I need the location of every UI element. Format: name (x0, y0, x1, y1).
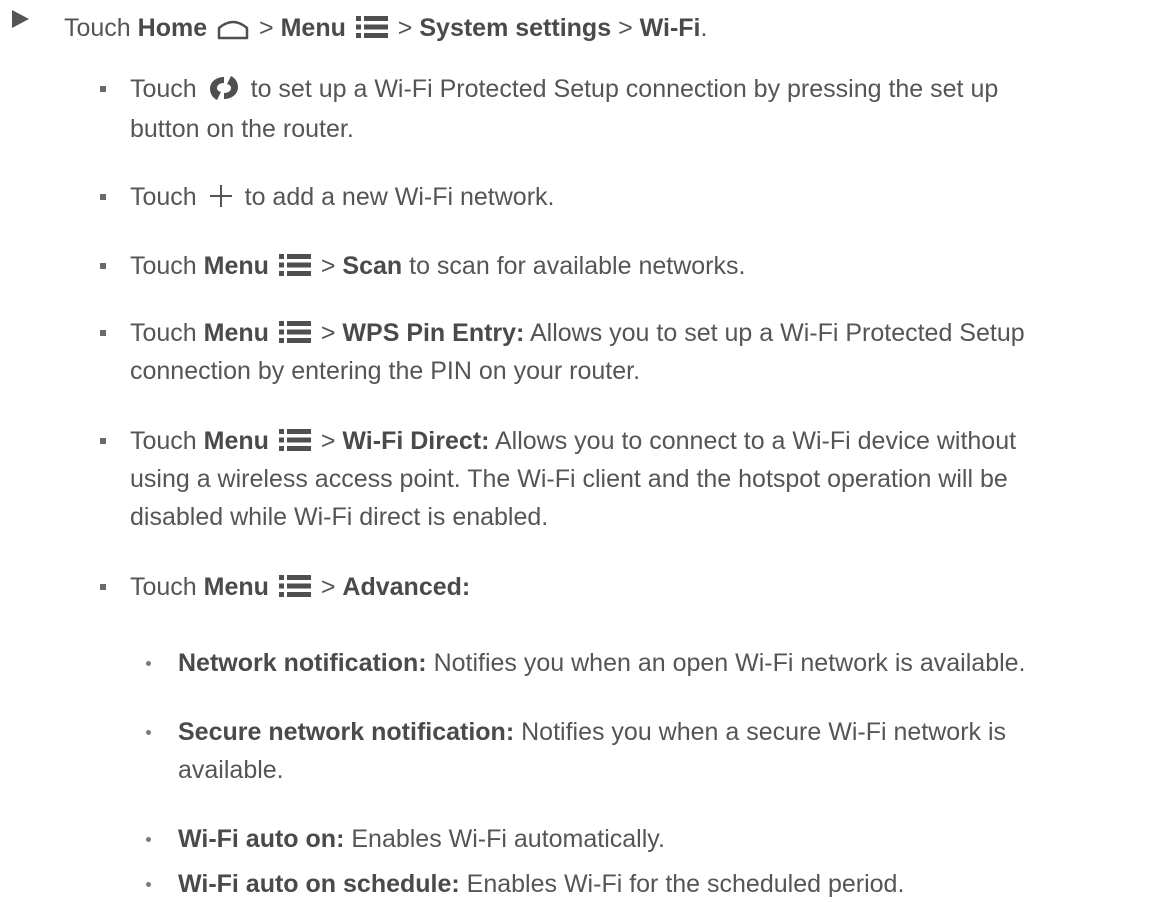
sub-item-network-notification: Network notification: Notifies you when … (178, 645, 1026, 681)
sub-item-label: Network notification: (178, 649, 427, 677)
sub-item-auto-on: Wi-Fi auto on: Enables Wi-Fi automatical… (178, 821, 665, 857)
item-text: to scan for available networks. (409, 252, 746, 280)
menu-icon (278, 319, 312, 345)
list-bullet (100, 86, 106, 92)
item-separator: > (320, 573, 336, 601)
list-bullet (100, 263, 106, 269)
sub-item-label: Wi-Fi auto on: (178, 825, 345, 853)
list-item-advanced: Touch Menu > Advanced: (130, 569, 470, 605)
item-separator: > (320, 427, 336, 455)
intro-separator: > (259, 14, 274, 42)
item-touch-text: Touch (130, 427, 197, 455)
item-touch-text: Touch (130, 252, 197, 280)
menu-icon (278, 427, 312, 453)
sub-item-auto-on-schedule: Wi-Fi auto on schedule: Enables Wi-Fi fo… (178, 866, 904, 902)
sub-list-bullet (146, 730, 151, 735)
sub-item-text: Enables Wi-Fi for the scheduled period. (466, 870, 905, 898)
item-label: WPS Pin Entry: (342, 319, 525, 347)
sub-item-text: Enables Wi-Fi automatically. (351, 825, 665, 853)
list-item-scan: Touch Menu > Scan to scan for available … (130, 248, 745, 284)
item-menu-label: Menu (203, 573, 269, 601)
item-label: Scan (342, 252, 403, 280)
list-bullet (100, 584, 106, 590)
wps-icon (206, 73, 242, 103)
item-touch-text: Touch (130, 75, 197, 103)
sub-list-bullet (146, 882, 151, 887)
plus-icon (206, 183, 236, 209)
sub-item-label: Wi-Fi auto on schedule: (178, 870, 460, 898)
item-label: Wi-Fi Direct: (342, 427, 490, 455)
menu-icon (278, 573, 312, 599)
item-separator: > (320, 252, 336, 280)
item-text: to set up a Wi-Fi Protected Setup connec… (250, 75, 999, 103)
list-bullet (100, 194, 106, 200)
item-text: disabled while Wi-Fi direct is enabled. (130, 503, 549, 531)
item-menu-label: Menu (203, 319, 269, 347)
list-bullet (100, 438, 106, 444)
intro-separator: > (397, 14, 413, 42)
intro-period: . (700, 14, 708, 42)
item-touch-text: Touch (130, 183, 197, 211)
item-menu-label: Menu (203, 427, 269, 455)
intro-system-settings-label: System settings (419, 14, 612, 42)
item-text: Allows you to connect to a Wi-Fi device … (495, 427, 1017, 455)
item-text: connection by entering the PIN on your r… (130, 357, 641, 385)
home-icon (216, 14, 250, 40)
item-text: Allows you to set up a Wi-Fi Protected S… (529, 319, 1025, 347)
arrow-bullet-icon (12, 10, 29, 28)
item-text: button on the router. (130, 115, 354, 143)
intro-menu-label: Menu (280, 14, 346, 42)
sub-item-text: available. (178, 756, 284, 784)
item-separator: > (320, 319, 336, 347)
intro-touch-text: Touch (64, 14, 131, 42)
item-touch-text: Touch (130, 573, 197, 601)
sub-item-text: Notifies you when a secure Wi-Fi network… (521, 718, 1007, 746)
intro-home-label: Home (137, 14, 208, 42)
item-text: using a wireless access point. The Wi-Fi… (130, 465, 1008, 493)
sub-item-label: Secure network notification: (178, 718, 515, 746)
item-touch-text: Touch (130, 319, 197, 347)
list-item-add-network: Touch to add a new Wi-Fi network. (130, 179, 554, 215)
item-label: Advanced: (342, 573, 471, 601)
intro-wifi-label: Wi-Fi (639, 14, 701, 42)
intro-separator: > (618, 14, 633, 42)
intro-step: Touch Home > Menu > System settings > Wi… (64, 10, 707, 46)
sub-list-bullet (146, 837, 151, 842)
menu-icon (278, 252, 312, 278)
menu-icon (355, 14, 389, 40)
item-text: to add a new Wi-Fi network. (244, 183, 555, 211)
sub-list-bullet (146, 661, 151, 666)
list-bullet (100, 330, 106, 336)
sub-item-text: Notifies you when an open Wi-Fi network … (433, 649, 1026, 677)
item-menu-label: Menu (203, 252, 269, 280)
